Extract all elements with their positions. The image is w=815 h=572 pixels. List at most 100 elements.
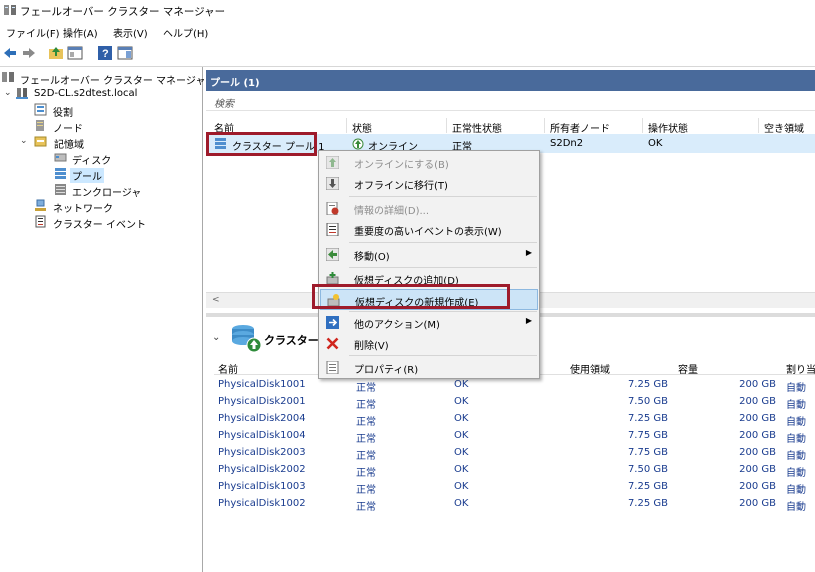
disk-health: OK bbox=[454, 498, 469, 509]
disk-used: 7.50 GB bbox=[627, 464, 668, 475]
col-free[interactable]: 空き領域 bbox=[764, 120, 804, 135]
disk-col-name[interactable]: 名前 bbox=[218, 361, 238, 376]
submenu-arrow-icon: ▶ bbox=[525, 248, 532, 257]
search-bar[interactable]: 検索 bbox=[206, 91, 815, 111]
up-folder-icon[interactable] bbox=[48, 45, 64, 61]
menu-help[interactable]: ヘルプ(H) bbox=[163, 25, 208, 40]
disk-health: OK bbox=[454, 464, 469, 475]
disk-health: OK bbox=[454, 413, 469, 424]
col-divider bbox=[544, 118, 545, 133]
disk-alloc: 自動 bbox=[786, 468, 806, 479]
cluster-icon bbox=[16, 88, 28, 99]
help-icon[interactable]: ? bbox=[97, 45, 113, 61]
collapse-chevron-icon[interactable]: ⌄ bbox=[212, 332, 220, 343]
menu-file[interactable]: ファイル(F) bbox=[6, 25, 60, 40]
disk-used: 7.50 GB bbox=[627, 396, 668, 407]
event-icon bbox=[326, 223, 339, 236]
disk-col-alloc[interactable]: 割り当 bbox=[786, 361, 815, 376]
disk-state: 正常 bbox=[356, 400, 376, 411]
pools-grid-header: 名前 状態 正常性状態 所有者ノード 操作状態 空き領域 bbox=[206, 118, 815, 135]
menu-action[interactable]: 操作(A) bbox=[63, 25, 98, 40]
menu-item-more-actions[interactable]: 他のアクション(M) ▶ bbox=[320, 312, 538, 333]
disk-health: OK bbox=[454, 430, 469, 441]
enclosure-icon bbox=[55, 184, 66, 195]
more-actions-icon bbox=[326, 316, 339, 329]
disk-name: PhysicalDisk1004 bbox=[218, 430, 306, 441]
disk-row[interactable]: PhysicalDisk2002 正常 OK 7.50 GB 200 GB 自動 bbox=[214, 462, 815, 479]
disk-used: 7.25 GB bbox=[627, 481, 668, 492]
show-pane-icon[interactable] bbox=[67, 45, 83, 61]
network-icon bbox=[35, 199, 46, 211]
toolbar: ? bbox=[0, 41, 815, 67]
pools-pane-title: プール (1) bbox=[210, 78, 260, 89]
disk-row[interactable]: PhysicalDisk2003 正常 OK 7.75 GB 200 GB 自動 bbox=[214, 445, 815, 462]
col-state[interactable]: 状態 bbox=[352, 120, 372, 135]
menu-item-take-offline[interactable]: オフラインに移行(T) bbox=[320, 173, 538, 194]
disk-health: OK bbox=[454, 396, 469, 407]
disk-alloc: 自動 bbox=[786, 485, 806, 496]
disk-capacity: 200 GB bbox=[739, 396, 776, 407]
disk-name: PhysicalDisk2003 bbox=[218, 447, 306, 458]
action-pane-icon[interactable] bbox=[117, 45, 133, 61]
col-divider bbox=[446, 118, 447, 133]
disk-row[interactable]: PhysicalDisk1001 正常 OK 7.25 GB 200 GB 自動 bbox=[214, 377, 815, 394]
disk-used: 7.25 GB bbox=[627, 413, 668, 424]
svg-text:?: ? bbox=[102, 48, 109, 60]
menu-item-move[interactable]: 移動(O) ▶ bbox=[320, 244, 538, 265]
disk-used: 7.25 GB bbox=[627, 379, 668, 390]
menu-view[interactable]: 表示(V) bbox=[113, 25, 148, 40]
chevron-down-icon[interactable]: ⌄ bbox=[4, 88, 12, 98]
storage-icon bbox=[34, 136, 47, 147]
disk-alloc: 自動 bbox=[786, 383, 806, 394]
disk-col-used[interactable]: 使用領域 bbox=[570, 361, 610, 376]
delete-icon bbox=[326, 337, 339, 350]
disk-capacity: 200 GB bbox=[739, 447, 776, 458]
menu-item-delete[interactable]: 削除(V) bbox=[320, 333, 538, 354]
cluster-manager-icon bbox=[2, 72, 14, 82]
disk-alloc: 自動 bbox=[786, 417, 806, 428]
disk-state: 正常 bbox=[356, 383, 376, 394]
context-menu: オンラインにする(B) オフラインに移行(T) 情報の詳細(D)... 重要度の… bbox=[318, 150, 540, 379]
disk-row[interactable]: PhysicalDisk1003 正常 OK 7.25 GB 200 GB 自動 bbox=[214, 479, 815, 496]
menu-item-bring-online[interactable]: オンラインにする(B) bbox=[320, 152, 538, 173]
disk-health: OK bbox=[454, 447, 469, 458]
disk-health: OK bbox=[454, 379, 469, 390]
events-icon bbox=[35, 215, 46, 228]
disk-capacity: 200 GB bbox=[739, 481, 776, 492]
new-disk-highlight-box bbox=[312, 284, 510, 309]
disk-alloc: 自動 bbox=[786, 434, 806, 445]
disk-row[interactable]: PhysicalDisk1002 正常 OK 7.25 GB 200 GB 自動 bbox=[214, 496, 815, 513]
col-op[interactable]: 操作状態 bbox=[648, 120, 688, 135]
forward-icon[interactable] bbox=[21, 45, 37, 61]
disk-state: 正常 bbox=[356, 434, 376, 445]
col-divider bbox=[758, 118, 759, 133]
disk-name: PhysicalDisk2002 bbox=[218, 464, 306, 475]
disk-capacity: 200 GB bbox=[739, 498, 776, 509]
col-divider bbox=[346, 118, 347, 133]
col-owner[interactable]: 所有者ノード bbox=[550, 120, 610, 135]
pool-large-icon bbox=[232, 325, 262, 353]
menu-item-show-critical-events[interactable]: 重要度の高いイベントの表示(W) bbox=[320, 219, 538, 240]
disk-name: PhysicalDisk2001 bbox=[218, 396, 306, 407]
disk-name: PhysicalDisk1003 bbox=[218, 481, 306, 492]
disk-row[interactable]: PhysicalDisk2001 正常 OK 7.50 GB 200 GB 自動 bbox=[214, 394, 815, 411]
disk-row[interactable]: PhysicalDisk2004 正常 OK 7.25 GB 200 GB 自動 bbox=[214, 411, 815, 428]
disk-col-capacity[interactable]: 容量 bbox=[678, 361, 698, 376]
disk-capacity: 200 GB bbox=[739, 464, 776, 475]
disk-health: OK bbox=[454, 481, 469, 492]
offline-icon bbox=[326, 177, 339, 190]
pool-icon bbox=[55, 168, 66, 179]
disk-state: 正常 bbox=[356, 468, 376, 479]
search-input[interactable]: 検索 bbox=[214, 95, 234, 110]
menu-item-more-info[interactable]: 情報の詳細(D)... bbox=[320, 198, 538, 219]
disk-used: 7.75 GB bbox=[627, 447, 668, 458]
back-icon[interactable] bbox=[2, 45, 18, 61]
chevron-down-icon[interactable]: ⌄ bbox=[20, 136, 28, 146]
info-icon bbox=[326, 202, 339, 215]
scroll-left-icon[interactable]: < bbox=[212, 295, 220, 305]
col-health[interactable]: 正常性状態 bbox=[452, 120, 502, 135]
disk-row[interactable]: PhysicalDisk1004 正常 OK 7.75 GB 200 GB 自動 bbox=[214, 428, 815, 445]
disk-capacity: 200 GB bbox=[739, 430, 776, 441]
menu-item-properties[interactable]: プロパティ(R) bbox=[320, 357, 538, 378]
col-divider bbox=[642, 118, 643, 133]
